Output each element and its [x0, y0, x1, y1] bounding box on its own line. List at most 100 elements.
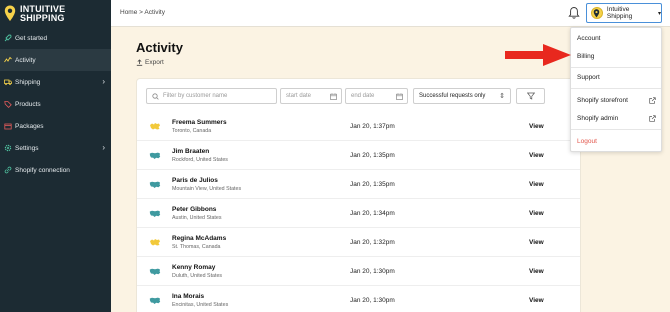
gear-icon [4, 144, 12, 152]
user-menu-button[interactable]: Intuitive Shipping ▾ [586, 3, 662, 23]
sidebar-item-packages[interactable]: Packages [0, 115, 111, 137]
menu-item-support[interactable]: Support [577, 74, 600, 81]
customer-name: Peter Gibbons [172, 206, 217, 213]
menu-item-account[interactable]: Account [577, 35, 601, 42]
view-link[interactable]: View [529, 210, 544, 217]
location-pin-icon [594, 8, 600, 17]
sidebar-item-activity[interactable]: Activity [0, 49, 111, 71]
end-date-input[interactable]: end date [345, 88, 408, 104]
sidebar-item-label: Get started [15, 34, 48, 42]
menu-item-logout[interactable]: Logout [577, 138, 597, 145]
table-row[interactable]: Ina Morais Encinitas, United States Jan 20… [137, 286, 580, 312]
tag-icon [4, 101, 12, 108]
activity-icon [4, 56, 12, 63]
customer-name: Jim Braaten [172, 148, 210, 155]
usa-map-icon [149, 152, 161, 159]
upload-icon [136, 59, 143, 66]
usa-map-icon [149, 268, 161, 275]
request-timestamp: Jan 20, 1:37pm [350, 123, 395, 130]
customer-location: Toronto, Canada [172, 128, 212, 134]
bell-icon[interactable] [568, 6, 580, 20]
user-name: Intuitive Shipping [606, 6, 633, 20]
truck-icon [4, 79, 12, 86]
page-title: Activity [136, 40, 183, 55]
request-timestamp: Jan 20, 1:30pm [350, 297, 395, 304]
customer-location: Rockford, United States [172, 157, 228, 163]
location-pin-logo-icon [4, 5, 16, 21]
sidebar-nav: Get started Activity Shipping › Products… [0, 27, 111, 181]
menu-divider [571, 88, 661, 89]
request-timestamp: Jan 20, 1:34pm [350, 210, 395, 217]
view-link[interactable]: View [529, 123, 544, 130]
canada-map-icon [150, 123, 160, 130]
sidebar-item-label: Activity [15, 56, 36, 64]
sidebar-item-products[interactable]: Products [0, 93, 111, 115]
customer-location: Duluth, United States [172, 273, 223, 279]
sidebar-item-shopify-connection[interactable]: Shopify connection [0, 159, 111, 181]
menu-item-shopify-storefront[interactable]: Shopify storefront [577, 97, 628, 104]
activity-card: Filter by customer name start date end d… [136, 78, 581, 312]
usa-map-icon [149, 181, 161, 188]
chevron-updown-icon: ⇕ [499, 93, 505, 100]
view-link[interactable]: View [529, 152, 544, 159]
table-row[interactable]: Regina McAdams St. Thomas, Canada Jan 20, … [137, 228, 580, 257]
start-date-input[interactable]: start date [280, 88, 342, 104]
request-timestamp: Jan 20, 1:32pm [350, 239, 395, 246]
sidebar-item-label: Settings [15, 144, 39, 152]
sidebar: INTUITIVE SHIPPING Get started Activity … [0, 0, 111, 312]
request-timestamp: Jan 20, 1:30pm [350, 268, 395, 275]
chevron-right-icon: › [102, 77, 105, 86]
view-link[interactable]: View [529, 297, 544, 304]
customer-name: Regina McAdams [172, 235, 227, 242]
box-icon [4, 123, 12, 130]
rocket-icon [4, 34, 12, 42]
customer-name: Paris de Julios [172, 177, 218, 184]
external-link-icon [649, 97, 656, 104]
sidebar-item-label: Shopify connection [15, 166, 70, 174]
table-row[interactable]: Freema Summers Toronto, Canada Jan 20, 1:3… [137, 112, 580, 141]
red-arrow-annotation [505, 44, 571, 66]
usa-map-icon [149, 210, 161, 217]
logo[interactable]: INTUITIVE SHIPPING [0, 0, 111, 27]
caret-down-icon: ▾ [657, 10, 661, 17]
link-icon [4, 166, 12, 174]
start-date-placeholder: start date [286, 93, 312, 99]
customer-location: Austin, United States [172, 215, 222, 221]
table-row[interactable]: Jim Braaten Rockford, United States Jan 20… [137, 141, 580, 170]
table-row[interactable]: Peter Gibbons Austin, United States Jan 20… [137, 199, 580, 228]
menu-item-billing[interactable]: Billing [577, 53, 594, 60]
customer-name: Ina Morais [172, 293, 205, 300]
avatar [591, 7, 603, 19]
table-row[interactable]: Kenny Romay Duluth, United States Jan 20, … [137, 257, 580, 286]
sidebar-item-settings[interactable]: Settings › [0, 137, 111, 159]
usa-map-icon [149, 297, 161, 304]
search-input[interactable]: Filter by customer name [146, 88, 277, 104]
funnel-icon [526, 92, 535, 100]
status-select[interactable]: Successful requests only ⇕ [413, 88, 511, 104]
table-row[interactable]: Paris de Julios Mountain View, United Sta… [137, 170, 580, 199]
search-placeholder: Filter by customer name [163, 93, 228, 99]
view-link[interactable]: View [529, 268, 544, 275]
top-bar: Home > Activity Intuitive Shipping ▾ [111, 0, 670, 27]
menu-item-shopify-admin[interactable]: Shopify admin [577, 115, 618, 122]
export-link[interactable]: Export [136, 59, 164, 66]
external-link-icon [649, 115, 656, 122]
activity-list: Freema Summers Toronto, Canada Jan 20, 1:3… [137, 112, 580, 312]
filter-button[interactable] [516, 88, 545, 104]
sidebar-item-shipping[interactable]: Shipping › [0, 71, 111, 93]
user-dropdown-menu: Account Billing Support Shopify storefro… [570, 27, 662, 152]
breadcrumb[interactable]: Home > Activity [120, 9, 165, 16]
canada-map-icon [150, 239, 160, 246]
export-label: Export [145, 59, 164, 66]
view-link[interactable]: View [529, 239, 544, 246]
customer-location: Encinitas, United States [172, 302, 229, 308]
sidebar-item-label: Shipping [15, 78, 41, 86]
sidebar-item-get-started[interactable]: Get started [0, 27, 111, 49]
menu-divider [571, 129, 661, 130]
logo-text: INTUITIVE SHIPPING [20, 4, 65, 23]
view-link[interactable]: View [529, 181, 544, 188]
sidebar-item-label: Packages [15, 122, 44, 130]
end-date-placeholder: end date [351, 93, 375, 99]
chevron-right-icon: › [102, 143, 105, 152]
customer-location: St. Thomas, Canada [172, 244, 221, 250]
